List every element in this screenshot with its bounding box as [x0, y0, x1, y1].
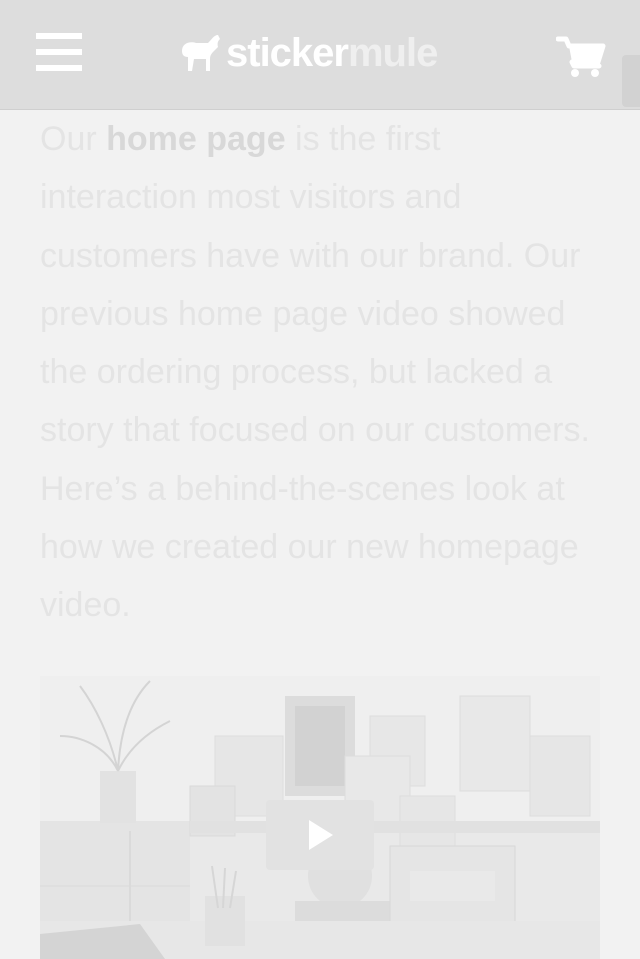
intro-text-before: Our — [40, 120, 107, 158]
sticker-mule-logo[interactable]: sticker mule — [178, 30, 438, 76]
home-page-link[interactable]: home page — [106, 120, 285, 158]
logo-text-sticker: sticker — [226, 31, 349, 75]
mule-logo-icon — [182, 35, 220, 71]
logo-text-mule: mule — [347, 31, 438, 75]
play-icon — [309, 820, 333, 850]
video-play-button[interactable] — [266, 800, 374, 870]
page: sticker mule Our home page is the first i… — [0, 0, 640, 959]
article-intro-paragraph: Our home page is the first interaction m… — [40, 110, 605, 635]
site-header: sticker mule — [0, 0, 640, 110]
hamburger-menu-icon[interactable] — [36, 33, 82, 73]
homepage-video-player[interactable] — [40, 676, 600, 959]
intro-text-after: is the first interaction most visitors a… — [40, 120, 590, 625]
side-scroll-tab — [622, 55, 640, 107]
shopping-cart-icon[interactable] — [555, 36, 606, 78]
